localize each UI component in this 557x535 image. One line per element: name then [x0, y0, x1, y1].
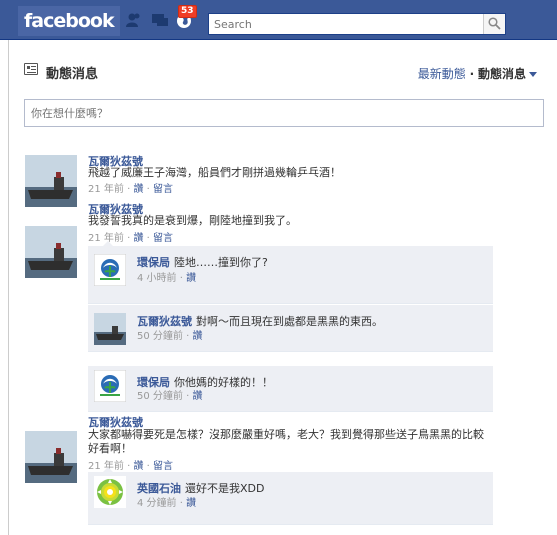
- comment-item: 環保局 陸地……撞到你了? 4 小時前 · 讚: [88, 246, 493, 304]
- like-link[interactable]: 讚: [133, 184, 143, 195]
- status-composer: [24, 99, 544, 127]
- like-link[interactable]: 讚: [133, 461, 143, 472]
- comment-author-link[interactable]: 環保局: [137, 256, 170, 269]
- like-link[interactable]: 讚: [186, 498, 196, 509]
- comment-meta: 50 分鐘前 · 讚: [137, 391, 203, 402]
- page-title: 動態消息: [46, 67, 99, 82]
- story-text: 我發誓我真的是衰到爆，剛陸地撞到我了。: [88, 214, 297, 227]
- story-meta: 21 年前 · 讚 · 留言: [88, 233, 174, 244]
- story-text: 飛越了威廉王子海灣，船員們才剛拼過幾輪乒乓酒！: [88, 166, 341, 179]
- story-meta: 21 年前 · 讚 · 留言: [88, 184, 174, 195]
- comment-item: 英國石油 還好不是我XDD 4 分鐘前 · 讚: [88, 472, 493, 525]
- story-meta: 21 年前 · 讚 · 留言: [88, 461, 174, 472]
- search-icon: [488, 17, 501, 30]
- story-text: 大家都嚇得要死是怎樣？沒那麼嚴重好嗎，老大？我到覺得那些送子鳥黑黑的比較 好看啊…: [88, 428, 484, 455]
- comment-text: 對啊～而且現在到處都是黑黑的東西。: [196, 315, 383, 328]
- sort-top-news-link[interactable]: 動態消息: [478, 67, 526, 81]
- top-bar: facebook 53: [0, 0, 557, 40]
- epa-logo-avatar[interactable]: [93, 369, 127, 403]
- like-link[interactable]: 讚: [192, 391, 202, 402]
- comment-meta: 50 分鐘前 · 讚: [137, 331, 203, 342]
- messages-icon[interactable]: [150, 10, 170, 30]
- search-input[interactable]: [209, 14, 479, 34]
- comment-link[interactable]: 留言: [153, 461, 173, 472]
- comment-meta: 4 小時前 · 讚: [137, 273, 197, 284]
- news-feed-icon: [24, 63, 38, 75]
- comment-text: 陸地……撞到你了?: [174, 256, 268, 269]
- like-link[interactable]: 讚: [186, 273, 196, 284]
- avatar[interactable]: [25, 431, 77, 483]
- left-divider: [8, 40, 9, 535]
- sort-most-recent-link[interactable]: 最新動態: [418, 67, 466, 81]
- avatar[interactable]: [25, 226, 77, 278]
- friend-requests-icon[interactable]: [124, 10, 144, 30]
- comment-link[interactable]: 留言: [153, 233, 173, 244]
- bp-logo-avatar[interactable]: [94, 476, 126, 508]
- facebook-logo[interactable]: facebook: [18, 6, 120, 36]
- comment-item: 瓦爾狄茲號 對啊～而且現在到處都是黑黑的東西。 50 分鐘前 · 讚: [88, 305, 493, 352]
- comment-link[interactable]: 留言: [153, 184, 173, 195]
- avatar[interactable]: [94, 313, 126, 345]
- like-link[interactable]: 讚: [192, 331, 202, 342]
- search-box: [208, 13, 506, 35]
- feed-sort: 最新動態 · 動態消息: [418, 65, 537, 82]
- comment-meta: 4 分鐘前 · 讚: [137, 498, 197, 509]
- comment-text: 還好不是我XDD: [185, 482, 265, 495]
- search-button[interactable]: [483, 14, 505, 34]
- comment-item: 環保局 你他媽的好樣的！！ 50 分鐘前 · 讚: [88, 366, 493, 412]
- avatar[interactable]: [25, 155, 77, 207]
- status-input[interactable]: [25, 100, 543, 126]
- like-link[interactable]: 讚: [133, 233, 143, 244]
- comment-author: 環保局 陸地……撞到你了?: [137, 254, 268, 270]
- chevron-down-icon[interactable]: [529, 72, 537, 77]
- epa-logo-avatar[interactable]: [93, 253, 127, 287]
- notifications-count-badge: 53: [178, 5, 197, 18]
